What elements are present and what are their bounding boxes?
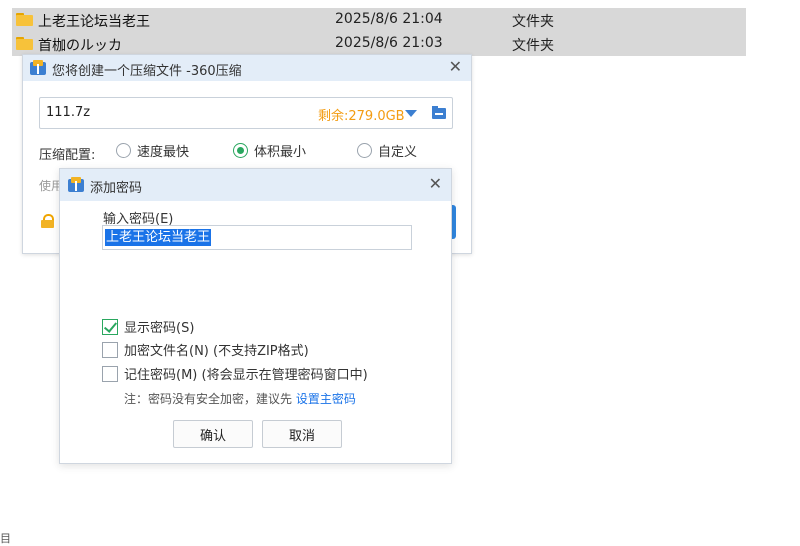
cancel-button[interactable]: 取消 (262, 420, 342, 448)
file-type: 文件夹 (512, 38, 554, 54)
remember-password-checkbox[interactable]: 记住密码(M) (将会显示在管理密码窗口中) (102, 364, 368, 383)
checkbox-label: 显示密码(S) (124, 321, 195, 336)
compress-window-titlebar[interactable]: 您将创建一个压缩文件 -360压缩 ✕ (23, 55, 471, 81)
archive-path-field[interactable]: 111.7z 剩余:279.0GB (39, 97, 453, 129)
radio-label: 体积最小 (254, 145, 307, 160)
app-icon (68, 177, 84, 193)
compress-config-label: 压缩配置: (39, 148, 96, 163)
radio-smallest[interactable]: 体积最小 (233, 141, 306, 160)
free-space-label: 剩余:279.0GB (318, 109, 405, 124)
password-value: 上老王论坛当老王 (105, 229, 212, 246)
add-password-dialog: 添加密码 ✕ 输入密码(E) 上老王论坛当老王 显示密码(S) 加密文件名(N)… (59, 168, 452, 464)
file-date: 2025/8/6 21:03 (335, 35, 443, 51)
dialog-titlebar[interactable]: 添加密码 ✕ (60, 169, 451, 201)
folder-browse-icon[interactable] (432, 106, 446, 119)
checkbox-label: 加密文件名(N) (不支持ZIP格式) (124, 344, 309, 359)
folder-icon (16, 37, 33, 50)
file-row[interactable]: 上老王论坛当老王 2025/8/6 21:04 文件夹 (12, 8, 746, 32)
lock-icon[interactable] (41, 214, 54, 228)
note-text: 注：密码没有安全加密，建议先 (124, 392, 296, 406)
dialog-title: 添加密码 (90, 181, 143, 196)
radio-circle (357, 143, 372, 158)
app-icon (30, 60, 46, 76)
file-date: 2025/8/6 21:04 (335, 11, 443, 27)
checkbox-label: 记住密码(M) (将会显示在管理密码窗口中) (124, 368, 368, 383)
checkbox-unchecked (102, 365, 118, 382)
archive-path-value: 111.7z (46, 105, 91, 120)
radio-label: 速度最快 (137, 145, 190, 160)
file-row[interactable]: 首枷のルッカ 2025/8/6 21:03 文件夹 (12, 32, 746, 56)
chevron-down-icon[interactable] (405, 110, 417, 117)
radio-circle (116, 143, 131, 158)
encrypt-filenames-checkbox[interactable]: 加密文件名(N) (不支持ZIP格式) (102, 340, 309, 359)
radio-fastest[interactable]: 速度最快 (116, 141, 189, 160)
close-icon[interactable]: ✕ (429, 176, 442, 192)
file-name: 上老王论坛当老王 (38, 14, 150, 30)
security-note: 注：密码没有安全加密，建议先 设置主密码 (124, 390, 356, 407)
window-title: 您将创建一个压缩文件 -360压缩 (52, 64, 242, 79)
file-type: 文件夹 (512, 14, 554, 30)
radio-circle-selected (233, 143, 248, 158)
checkbox-checked (102, 318, 118, 335)
corner-text: 目 (0, 532, 11, 545)
show-password-checkbox[interactable]: 显示密码(S) (102, 317, 194, 336)
radio-label: 自定义 (378, 145, 418, 160)
folder-icon (16, 13, 33, 26)
confirm-button[interactable]: 确认 (173, 420, 253, 448)
radio-custom[interactable]: 自定义 (357, 141, 417, 160)
checkbox-unchecked (102, 341, 118, 358)
set-master-password-link[interactable]: 设置主密码 (296, 392, 356, 406)
password-input[interactable]: 上老王论坛当老王 (102, 225, 412, 250)
file-name: 首枷のルッカ (38, 38, 122, 54)
close-icon[interactable]: ✕ (449, 59, 462, 75)
